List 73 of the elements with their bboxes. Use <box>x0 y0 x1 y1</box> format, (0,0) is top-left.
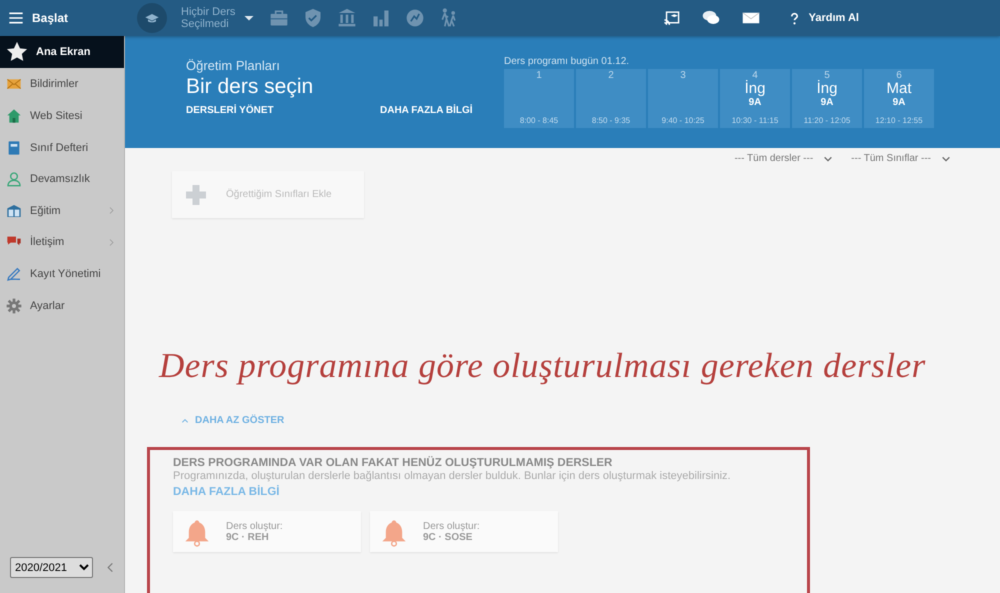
menu-icon <box>8 10 24 26</box>
sidebar-item[interactable]: Ana Ekran <box>0 36 124 68</box>
house-icon <box>6 108 22 124</box>
star-icon <box>6 40 28 63</box>
section-heading: DERS PROGRAMINDA VAR OLAN FAKAT HENÜZ OLUŞTURULMAMIŞ DERSLER <box>173 457 614 469</box>
pen-icon <box>6 266 22 282</box>
graduation-cap-icon[interactable] <box>137 3 167 33</box>
chevron-right-icon <box>107 238 116 247</box>
book-icon <box>6 202 22 219</box>
card-label: Ders oluştur: <box>423 520 480 532</box>
header-link[interactable]: DAHA FAZLA BİLGİ <box>380 105 473 116</box>
create-lesson-card[interactable]: Ders oluştur: 9C · SOSE <box>370 511 558 552</box>
year-select[interactable]: 2020/2021 <box>10 557 93 578</box>
help-button[interactable]: Yardım Al <box>782 10 865 26</box>
header-link[interactable]: DERSLERİ YÖNET <box>186 105 380 116</box>
section-subtitle: Öğretim Planları <box>186 58 281 73</box>
briefcase-icon[interactable] <box>269 8 289 28</box>
sidebar-item[interactable]: İletişim <box>0 226 124 258</box>
notebook-icon <box>6 140 22 156</box>
sidebar-item[interactable]: Eğitim <box>0 194 124 227</box>
period-tile[interactable]: 6 Mat 9A 12:10 - 12:55 <box>864 69 934 128</box>
sidebar-item[interactable]: Devamsızlık <box>0 163 124 195</box>
period-time: 8:50 - 9:35 <box>592 116 630 125</box>
sidebar-item[interactable]: Kayıt Yönetimi <box>0 258 124 290</box>
bank-icon[interactable] <box>337 8 357 28</box>
person-icon <box>6 171 22 188</box>
period-class: 9A <box>748 97 762 108</box>
bar-chart-icon[interactable] <box>371 8 391 28</box>
period-number: 2 <box>608 70 614 81</box>
period-tile[interactable]: 2 8:50 - 9:35 <box>576 69 646 128</box>
circle-icon[interactable] <box>405 8 425 28</box>
period-time: 11:20 - 12:05 <box>804 116 850 125</box>
sidebar-item[interactable]: Bildirimler <box>0 68 124 100</box>
period-tile[interactable]: 1 8:00 - 8:45 <box>504 69 574 128</box>
period-number: 3 <box>680 70 686 81</box>
sidebar-item[interactable]: Web Sitesi <box>0 100 124 132</box>
period-subject: İng <box>744 81 766 96</box>
period-class: 9A <box>892 97 906 108</box>
period-tile[interactable]: 4 İng 9A 10:30 - 11:15 <box>720 69 790 128</box>
handwritten-annotation: Ders programına göre oluşturulması gereken dersler <box>159 346 926 386</box>
period-tile[interactable]: 5 İng 9A 11:20 - 12:05 <box>792 69 862 128</box>
lesson-name: 9C · SOSE <box>423 532 474 542</box>
plus-icon <box>184 182 208 206</box>
period-number: 5 <box>824 70 830 81</box>
period-subject: Mat <box>886 81 912 96</box>
filter-dropdown[interactable]: --- Tüm dersler --- <box>734 153 834 164</box>
period-tile[interactable]: 3 9:40 - 10:25 <box>648 69 718 128</box>
filter-dropdown[interactable]: --- Tüm Sınıflar --- <box>851 153 951 164</box>
period-subject: İng <box>816 81 838 96</box>
period-number: 4 <box>752 70 758 81</box>
card-label: Ders oluştur: <box>226 520 283 532</box>
shield-check-icon[interactable] <box>303 8 323 28</box>
section-description: Programınızda, oluşturulan derslerle bağlantısı olmayan dersler bulduk. Bunlar için ders oluşturmak isteyebilirsiniz. <box>173 470 732 482</box>
period-number: 6 <box>896 70 902 81</box>
period-time: 10:30 - 11:15 <box>732 116 778 125</box>
section-title: Bir ders seçin <box>186 75 314 99</box>
create-lesson-card[interactable]: Ders oluştur: 9C · REH <box>173 511 361 552</box>
menu-button[interactable]: Başlat <box>0 0 125 36</box>
speech-bubbles-icon[interactable] <box>702 9 720 27</box>
gear-icon <box>6 298 22 314</box>
period-time: 8:00 - 8:45 <box>520 116 558 125</box>
sidebar-item[interactable]: Sınıf Defteri <box>0 132 124 164</box>
period-time: 9:40 - 10:25 <box>662 116 704 125</box>
period-number: 1 <box>536 70 542 81</box>
course-selector[interactable]: Hiçbir Ders Seçilmedi <box>181 6 255 30</box>
period-class: 9A <box>820 97 834 108</box>
sidebar-item[interactable]: Ayarlar <box>0 290 124 322</box>
period-time: 12:10 - 12:55 <box>875 116 923 125</box>
chevron-right-icon <box>107 206 116 216</box>
lesson-name: 9C · REH <box>226 532 270 542</box>
schedule-title: Ders programı bugün 01.12. <box>504 56 630 67</box>
cast-screen-icon[interactable] <box>662 10 680 26</box>
chevron-up-icon <box>181 416 189 424</box>
